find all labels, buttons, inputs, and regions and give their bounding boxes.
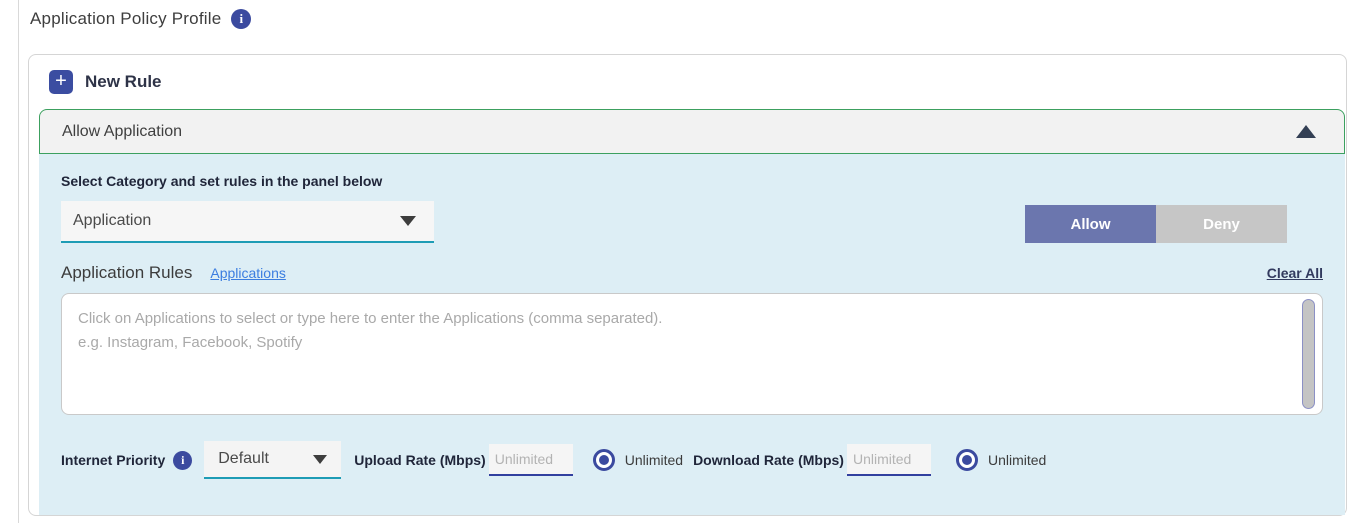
upload-rate-label: Upload Rate (Mbps) <box>354 452 485 468</box>
chevron-down-icon <box>400 216 416 226</box>
radio-dot <box>962 455 972 465</box>
category-dropdown-value: Application <box>73 212 400 230</box>
left-page-divider <box>18 0 19 523</box>
category-dropdown[interactable]: Application <box>61 201 434 243</box>
upload-unlimited-radio[interactable] <box>593 449 615 471</box>
accordion-header[interactable]: Allow Application <box>39 109 1345 154</box>
upload-unlimited-label: Unlimited <box>625 452 683 468</box>
rate-settings-row: Internet Priority i Default Upload Rate … <box>61 441 1323 479</box>
radio-dot <box>599 455 609 465</box>
download-rate-input[interactable]: Unlimited <box>847 444 931 476</box>
upload-rate-input[interactable]: Unlimited <box>489 444 573 476</box>
textarea-scrollbar-thumb[interactable] <box>1302 299 1315 409</box>
priority-info-icon[interactable]: i <box>173 451 192 470</box>
priority-dropdown[interactable]: Default <box>204 441 341 479</box>
clear-all-link[interactable]: Clear All <box>1267 265 1323 281</box>
accordion-body: Select Category and set rules in the pan… <box>39 154 1345 515</box>
plus-icon[interactable]: + <box>49 70 73 94</box>
applications-input-placeholder-line2: e.g. Instagram, Facebook, Spotify <box>78 331 1292 355</box>
internet-priority-label: Internet Priority <box>61 452 165 468</box>
applications-link[interactable]: Applications <box>210 265 286 281</box>
applications-input[interactable]: Click on Applications to select or type … <box>61 293 1323 415</box>
page-title: Application Policy Profile <box>30 9 221 29</box>
collapse-arrow-icon[interactable] <box>1296 125 1316 138</box>
download-rate-label: Download Rate (Mbps) <box>693 452 844 468</box>
new-rule-label[interactable]: New Rule <box>85 72 162 92</box>
download-unlimited-label: Unlimited <box>988 452 1046 468</box>
application-rules-row: Application Rules Applications Clear All <box>61 263 1323 283</box>
application-rules-title: Application Rules <box>61 263 192 283</box>
category-row: Application Allow Deny <box>61 201 1323 243</box>
policy-profile-card: + New Rule Allow Application Select Cate… <box>28 54 1347 516</box>
priority-dropdown-value: Default <box>218 450 313 468</box>
allow-application-accordion: Allow Application Select Category and se… <box>39 109 1345 515</box>
applications-input-placeholder-line1: Click on Applications to select or type … <box>78 307 1292 331</box>
page-header: Application Policy Profile i <box>30 9 251 29</box>
deny-button[interactable]: Deny <box>1156 205 1287 243</box>
chevron-down-icon <box>313 455 327 464</box>
allow-button[interactable]: Allow <box>1025 205 1156 243</box>
upload-rate-placeholder: Unlimited <box>495 451 553 467</box>
accordion-title: Allow Application <box>62 123 1296 141</box>
allow-deny-toggle: Allow Deny <box>1025 205 1287 243</box>
info-icon[interactable]: i <box>231 9 251 29</box>
download-rate-placeholder: Unlimited <box>853 451 911 467</box>
new-rule-button[interactable]: + New Rule <box>29 55 1346 109</box>
select-category-label: Select Category and set rules in the pan… <box>61 173 1323 189</box>
download-unlimited-radio[interactable] <box>956 449 978 471</box>
